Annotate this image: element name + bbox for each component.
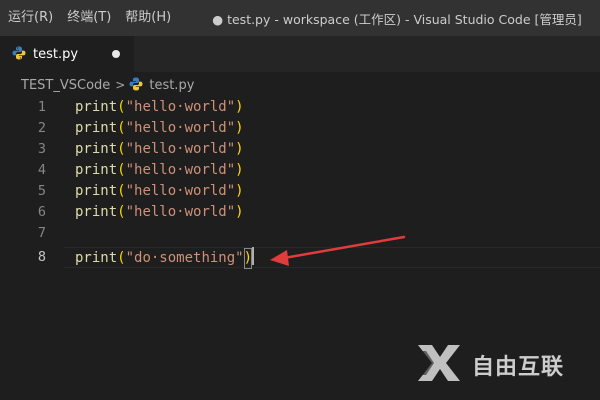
line-number: 7: [37, 225, 46, 241]
window-title: ● test.py - workspace (工作区) - Visual Stu…: [212, 11, 582, 27]
x-logo-icon: [412, 343, 464, 387]
string-token: "hello·world": [125, 183, 236, 199]
code-line[interactable]: 6 print("hello·world"): [0, 202, 600, 223]
code-line[interactable]: 4 print("hello·world"): [0, 160, 600, 181]
bracket-token: ): [235, 204, 244, 220]
bracket-token: (: [117, 250, 126, 266]
function-token: print: [75, 204, 118, 220]
line-number: 5: [37, 183, 46, 199]
menu-terminal[interactable]: 终端(T): [60, 0, 118, 36]
function-token: print: [75, 99, 118, 115]
bracket-token: (: [117, 120, 126, 136]
string-token: "hello·world": [125, 120, 236, 136]
bracket-token: ): [235, 141, 244, 157]
bracket-token: (: [117, 141, 126, 157]
string-token: "hello·world": [125, 162, 236, 178]
line-number: 1: [37, 99, 46, 115]
code-text[interactable]: print("hello·world"): [75, 97, 244, 118]
code-text[interactable]: print("do·something"): [75, 247, 255, 269]
string-token: "hello·world": [125, 141, 236, 157]
function-token: print: [75, 120, 118, 136]
string-token: "do·something": [125, 250, 244, 266]
python-icon: [129, 77, 143, 93]
text-cursor: [252, 247, 255, 265]
line-number: 4: [37, 162, 46, 178]
unsaved-dot-icon[interactable]: [112, 50, 120, 58]
tab-label: test.py: [33, 46, 79, 62]
function-token: print: [75, 162, 118, 178]
bracket-token: ): [235, 99, 244, 115]
tab-test-py[interactable]: test.py: [0, 36, 134, 72]
bracket-token: ): [235, 120, 244, 136]
breadcrumb-folder[interactable]: TEST_VSCode: [21, 78, 110, 93]
string-token: "hello·world": [125, 99, 236, 115]
line-number: 8: [37, 249, 46, 265]
bracket-token: (: [117, 204, 126, 220]
breadcrumb-file[interactable]: test.py: [149, 78, 194, 93]
string-token: "hello·world": [125, 204, 236, 220]
line-number: 2: [37, 120, 46, 136]
title-bar: 运行(R) 终端(T) 帮助(H) ● test.py - workspace …: [0, 0, 600, 36]
bracket-token: ): [235, 183, 244, 199]
watermark: 自由互联: [412, 343, 564, 387]
code-text[interactable]: print("hello·world"): [75, 139, 244, 160]
bracket-token: (: [117, 99, 126, 115]
code-line[interactable]: 1 print("hello·world"): [0, 97, 600, 118]
code-line[interactable]: 7: [0, 223, 600, 244]
code-text[interactable]: print("hello·world"): [75, 118, 244, 139]
function-token: print: [75, 183, 118, 199]
code-text[interactable]: print("hello·world"): [75, 160, 244, 181]
code-text[interactable]: print("hello·world"): [75, 181, 244, 202]
watermark-text: 自由互联: [472, 355, 565, 380]
line-number: 6: [37, 204, 46, 220]
code-line-active[interactable]: 8 print("do·something"): [0, 247, 600, 269]
breadcrumb: TEST_VSCode > test.py: [0, 74, 600, 96]
function-token: print: [75, 250, 118, 266]
matched-bracket: ): [243, 248, 253, 269]
bracket-token: (: [117, 162, 126, 178]
tab-bar: test.py: [0, 36, 600, 72]
line-number: 3: [37, 141, 46, 157]
menu-run[interactable]: 运行(R): [0, 0, 60, 36]
chevron-right-icon: >: [115, 78, 126, 92]
function-token: print: [75, 141, 118, 157]
code-line[interactable]: 3 print("hello·world"): [0, 139, 600, 160]
bracket-token: (: [117, 183, 126, 199]
bracket-token: ): [235, 162, 244, 178]
code-line[interactable]: 5 print("hello·world"): [0, 181, 600, 202]
python-icon: [12, 45, 26, 64]
code-text[interactable]: print("hello·world"): [75, 202, 244, 223]
code-line[interactable]: 2 print("hello·world"): [0, 118, 600, 139]
menu-help[interactable]: 帮助(H): [118, 0, 178, 36]
